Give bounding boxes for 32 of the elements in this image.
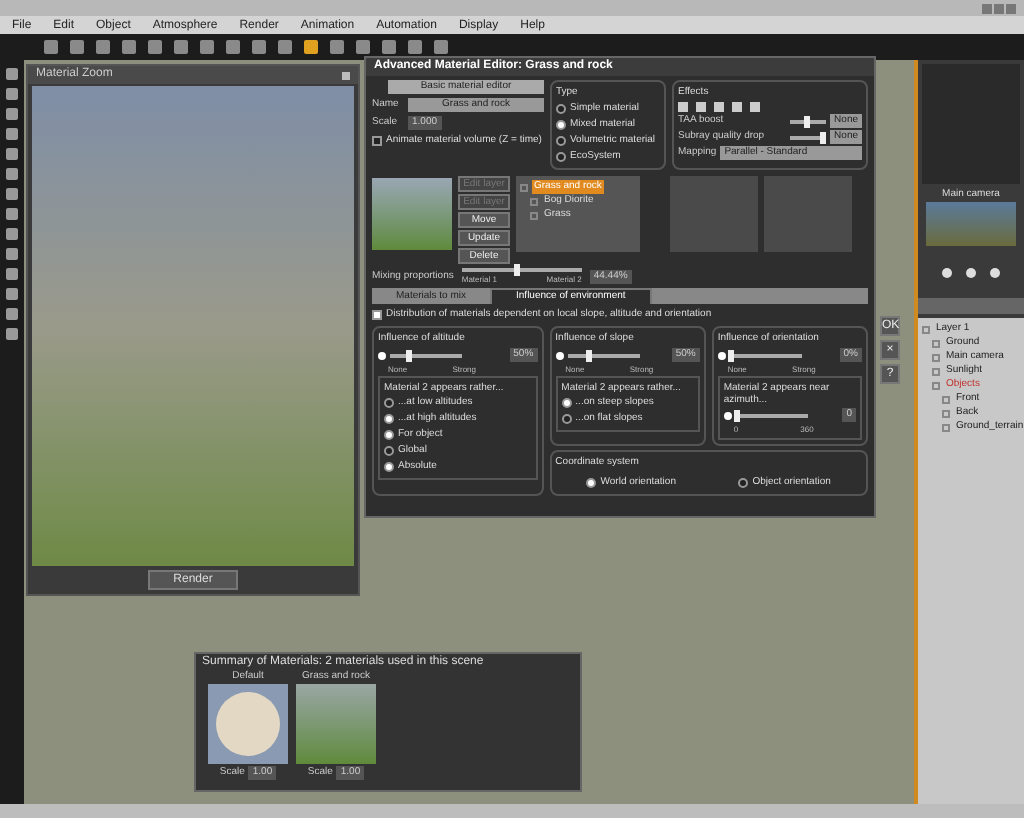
- slider-thumb[interactable]: [406, 349, 412, 361]
- radio-button[interactable]: [384, 430, 394, 440]
- checkbox[interactable]: [372, 310, 382, 320]
- camera-preview: [926, 202, 1016, 246]
- camera-control-icon[interactable]: [990, 267, 1001, 277]
- slider-thumb[interactable]: [733, 409, 740, 421]
- radio-button[interactable]: [556, 120, 566, 130]
- layers-tab-bar: [918, 298, 1024, 314]
- radio-button[interactable]: [561, 398, 572, 408]
- radio-button[interactable]: [384, 398, 394, 408]
- radio-button[interactable]: [738, 478, 749, 488]
- slider-thumb[interactable]: [513, 264, 520, 276]
- checkbox[interactable]: [372, 136, 382, 146]
- material-preview: [372, 178, 452, 250]
- radio-button[interactable]: [384, 462, 394, 472]
- camera-control-icon[interactable]: [965, 267, 976, 277]
- slider-thumb[interactable]: [820, 131, 827, 143]
- slider-thumb[interactable]: [804, 115, 811, 127]
- radio-button[interactable]: [556, 152, 566, 162]
- radio-button[interactable]: [556, 136, 566, 146]
- radio-button[interactable]: [561, 414, 572, 424]
- terrain-preview: [296, 684, 376, 764]
- camera-control-icon[interactable]: [941, 267, 952, 277]
- close-icon[interactable]: [342, 71, 350, 79]
- radio-button[interactable]: [556, 104, 566, 114]
- slider-thumb[interactable]: [727, 349, 734, 361]
- layer-preview: [670, 176, 758, 252]
- radio-button[interactable]: [384, 414, 394, 424]
- radio-button[interactable]: [384, 446, 394, 456]
- radio-button[interactable]: [586, 478, 597, 488]
- slider-thumb[interactable]: [586, 349, 593, 361]
- layer-preview: [764, 176, 852, 252]
